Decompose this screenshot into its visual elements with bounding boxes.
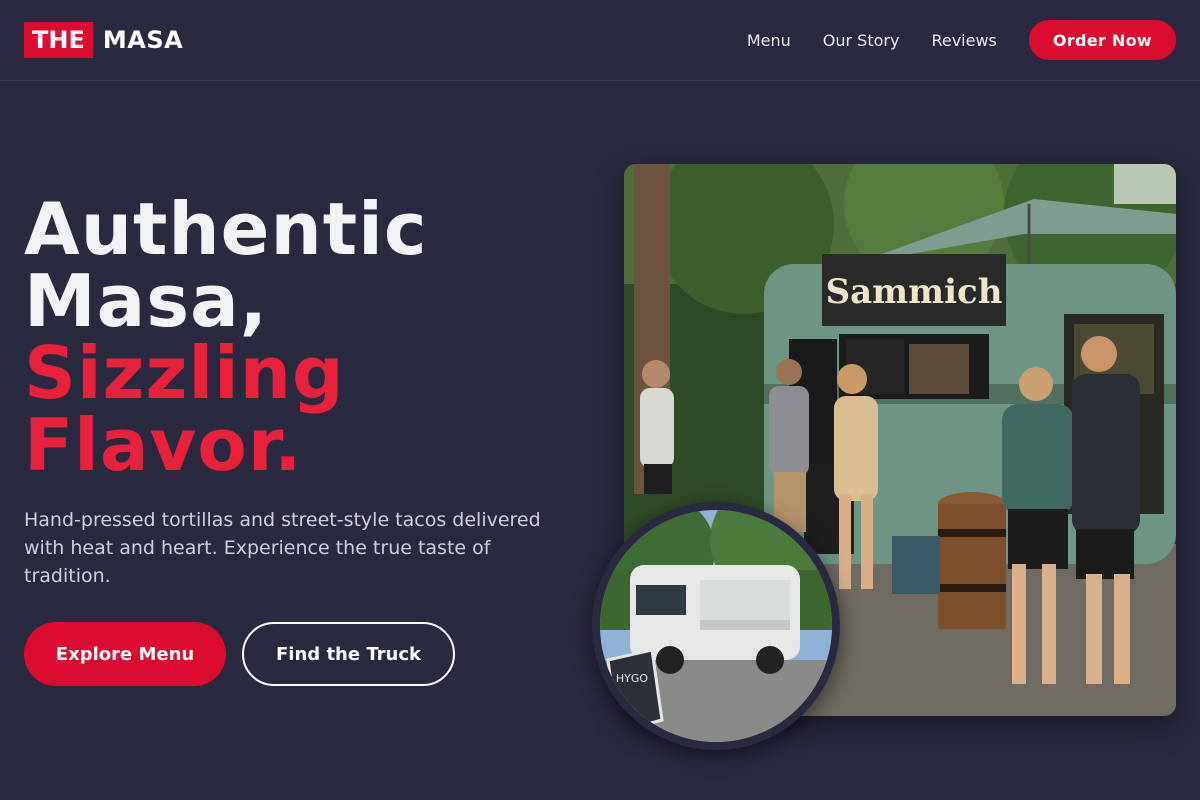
top-navbar: THE MASA Menu Our Story Reviews Order No… (0, 0, 1200, 81)
inset-board-text: HYGO (616, 672, 649, 685)
headline-line-3: Sizzling (24, 331, 345, 415)
nav-link-reviews[interactable]: Reviews (931, 31, 996, 50)
brand-logo[interactable]: THE MASA (24, 22, 183, 58)
logo-wordmark: MASA (102, 26, 184, 54)
nav-link-our-story[interactable]: Our Story (823, 31, 900, 50)
headline-line-4: Flavor. (24, 403, 303, 487)
nav-links: Menu Our Story Reviews Order Now (747, 20, 1176, 60)
headline-line-2: Masa, (24, 259, 269, 343)
nav-link-menu[interactable]: Menu (747, 31, 791, 50)
truck-inset-photo: HYGO (592, 502, 840, 750)
find-truck-button[interactable]: Find the Truck (242, 622, 455, 686)
hero-headline: Authentic Masa, Sizzling Flavor. (24, 193, 584, 481)
hero-description: Hand-pressed tortillas and street-style … (24, 509, 541, 587)
logo-badge: THE (24, 22, 93, 58)
explore-menu-button[interactable]: Explore Menu (24, 622, 226, 686)
truck-sign-text: Sammich (826, 272, 1003, 312)
order-now-button[interactable]: Order Now (1028, 20, 1176, 60)
headline-line-1: Authentic (24, 187, 428, 271)
